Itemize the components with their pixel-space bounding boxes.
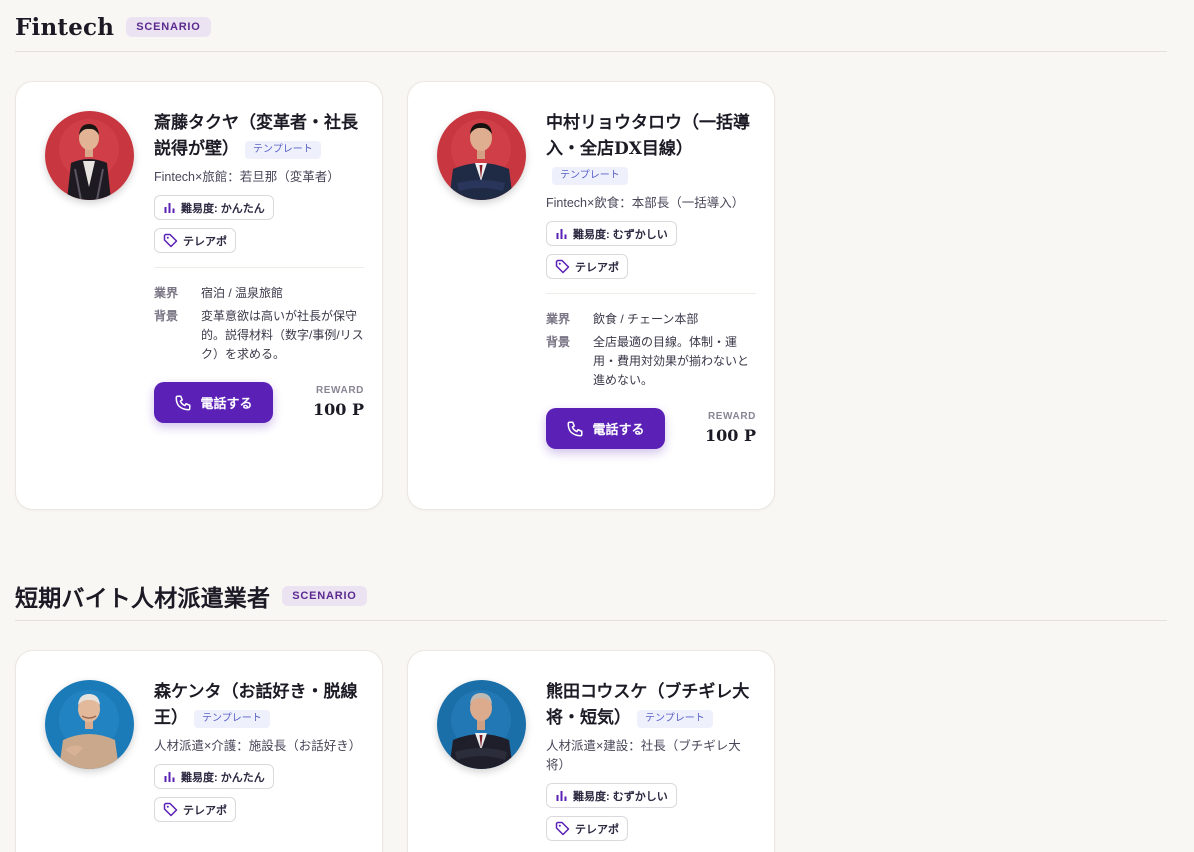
template-badge: テンプレート	[552, 166, 628, 185]
difficulty-chip: 難易度: かんたん	[154, 195, 274, 220]
template-badge: テンプレート	[245, 140, 321, 159]
tag-icon	[555, 259, 570, 274]
industry-row: 業界 宿泊 / 温泉旅館	[154, 284, 364, 303]
industry-value: 宿泊 / 温泉旅館	[201, 286, 284, 300]
background-row: 背景 全店最適の目線。体制・運用・費用対効果が揃わないと進めない。	[546, 333, 756, 390]
bar-chart-icon	[164, 203, 175, 213]
scenario-card[interactable]: 森ケンタ（お話好き・脱線王） テンプレート 人材派遣×介護：施設長（お話好き） 難…	[15, 650, 383, 852]
reward-value: 100 P	[705, 426, 756, 445]
phone-icon	[175, 395, 191, 410]
bar-chart-icon	[164, 772, 175, 782]
card-info: 斎藤タクヤ（変革者・社長説得が壁） テンプレート Fintech×旅館：若旦那（変…	[154, 110, 364, 423]
background-key: 背景	[546, 335, 571, 349]
character-subtitle: 人材派遣×建設：社長（ブチギレ大将）	[546, 739, 741, 772]
tag-label: テレアポ	[183, 235, 227, 248]
character-name: 中村リョウタロウ（一括導入・全店DX目線）テンプレート	[546, 110, 756, 188]
reward: REWARD 100 P	[705, 411, 756, 445]
scenario-card[interactable]: 熊田コウスケ（ブチギレ大将・短気） テンプレート 人材派遣×建設：社長（ブチギレ大…	[407, 650, 775, 852]
character-name: 森ケンタ（お話好き・脱線王） テンプレート	[154, 682, 358, 728]
difficulty-chip: 難易度: かんたん	[154, 764, 274, 789]
call-button[interactable]: 電話する	[546, 408, 665, 449]
section-staffing: 短期バイト人材派遣業者 SCENARIO	[15, 572, 1167, 621]
difficulty-chip: 難易度: むずかしい	[546, 783, 677, 808]
difficulty-label: 難易度: かんたん	[181, 202, 265, 215]
character-name: 熊田コウスケ（ブチギレ大将・短気） テンプレート	[546, 682, 750, 728]
tag-icon	[163, 802, 178, 817]
industry-value: 飲食 / チェーン本部	[593, 312, 699, 326]
section-fintech: Fintech SCENARIO	[15, 3, 1167, 52]
tag-icon	[555, 821, 570, 836]
call-button-label: 電話する	[592, 422, 645, 437]
reward-label: REWARD	[707, 411, 756, 422]
avatar	[437, 680, 526, 769]
section-title: 短期バイト人材派遣業者	[15, 585, 271, 612]
scenario-badge: SCENARIO	[282, 586, 367, 606]
background-value: 全店最適の目線。体制・運用・費用対効果が揃わないと進めない。	[593, 335, 750, 387]
card-info: 熊田コウスケ（ブチギレ大将・短気） テンプレート 人材派遣×建設：社長（ブチギレ大…	[546, 679, 756, 841]
industry-key: 業界	[546, 312, 571, 326]
call-button-label: 電話する	[200, 396, 253, 411]
card-info: 森ケンタ（お話好き・脱線王） テンプレート 人材派遣×介護：施設長（お話好き） 難…	[154, 679, 364, 822]
reward: REWARD 100 P	[313, 385, 364, 419]
tag-chip: テレアポ	[154, 797, 236, 822]
difficulty-label: 難易度: むずかしい	[573, 790, 668, 803]
bar-chart-icon	[556, 791, 567, 801]
card-info: 中村リョウタロウ（一括導入・全店DX目線）テンプレート Fintech×飲食：本…	[546, 110, 756, 449]
section-title: Fintech	[15, 13, 115, 41]
character-subtitle: 人材派遣×介護：施設長（お話好き）	[154, 739, 362, 753]
reward-label: REWARD	[315, 385, 364, 396]
background-key: 背景	[154, 309, 179, 323]
tag-label: テレアポ	[575, 261, 619, 274]
avatar	[45, 111, 134, 200]
difficulty-label: 難易度: かんたん	[181, 771, 265, 784]
scenario-badge: SCENARIO	[126, 17, 211, 37]
difficulty-chip: 難易度: むずかしい	[546, 221, 677, 246]
character-subtitle: Fintech×飲食：本部長（一括導入）	[546, 196, 745, 210]
tag-label: テレアポ	[575, 823, 619, 836]
tag-chip: テレアポ	[546, 816, 628, 841]
background-value: 変革意欲は高いが社長が保守的。説得材料（数字/事例/リスク）を求める。	[201, 309, 364, 361]
call-button[interactable]: 電話する	[154, 382, 273, 423]
divider	[154, 267, 364, 268]
scenario-card[interactable]: 中村リョウタロウ（一括導入・全店DX目線）テンプレート Fintech×飲食：本…	[407, 81, 775, 510]
industry-key: 業界	[154, 286, 179, 300]
difficulty-label: 難易度: むずかしい	[573, 228, 668, 241]
section-header: Fintech SCENARIO	[15, 3, 1167, 52]
tag-chip: テレアポ	[546, 254, 628, 279]
character-name: 斎藤タクヤ（変革者・社長説得が壁） テンプレート	[154, 113, 358, 159]
avatar	[45, 680, 134, 769]
scenario-card[interactable]: 斎藤タクヤ（変革者・社長説得が壁） テンプレート Fintech×旅館：若旦那（変…	[15, 81, 383, 510]
avatar	[437, 111, 526, 200]
background-row: 背景 変革意欲は高いが社長が保守的。説得材料（数字/事例/リスク）を求める。	[154, 307, 364, 364]
industry-row: 業界 飲食 / チェーン本部	[546, 310, 756, 329]
template-badge: テンプレート	[194, 709, 270, 728]
bar-chart-icon	[556, 229, 567, 239]
section-header: 短期バイト人材派遣業者 SCENARIO	[15, 572, 1167, 621]
reward-value: 100 P	[313, 400, 364, 419]
phone-icon	[567, 421, 583, 436]
tag-label: テレアポ	[183, 804, 227, 817]
character-subtitle: Fintech×旅館：若旦那（変革者）	[154, 170, 340, 184]
divider	[546, 293, 756, 294]
tag-icon	[163, 233, 178, 248]
template-badge: テンプレート	[637, 709, 713, 728]
tag-chip: テレアポ	[154, 228, 236, 253]
